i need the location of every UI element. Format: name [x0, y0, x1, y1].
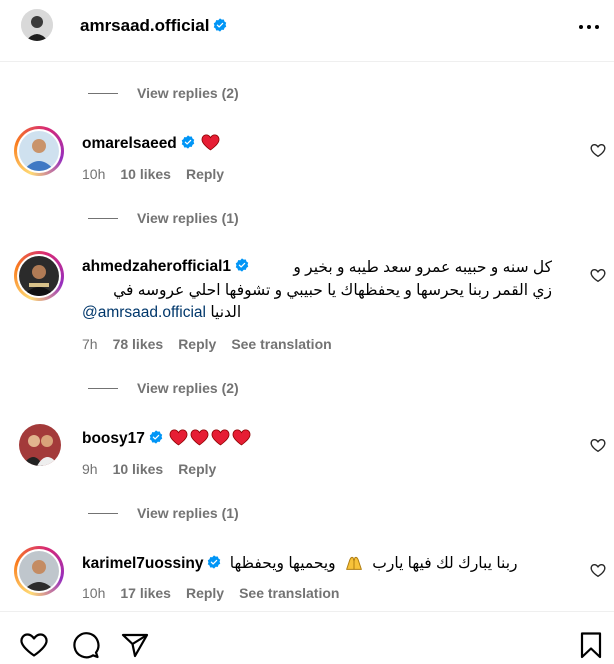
- story-ring[interactable]: [14, 126, 64, 176]
- comment-likes[interactable]: 17 likes: [120, 585, 171, 601]
- author-username[interactable]: amrsaad.official: [80, 16, 227, 36]
- like-comment-heart-icon[interactable]: [590, 267, 606, 283]
- bookmark-icon[interactable]: [577, 631, 605, 659]
- commenter-username[interactable]: karimel7uossiny: [82, 555, 203, 572]
- commenter-username[interactable]: boosy17: [82, 430, 145, 447]
- view-replies-button[interactable]: View replies (2): [88, 379, 239, 397]
- comment-meta: 9h 10 likes Reply: [82, 461, 231, 477]
- comment-time: 9h: [82, 461, 98, 477]
- comment-text-line-1: كل سنه و حبيبه عمرو سعد طيبه و بخير و: [293, 259, 552, 276]
- story-ring[interactable]: [14, 251, 64, 301]
- verified-badge-icon: [214, 18, 227, 32]
- comment-text-line-3: @amrsaad.official الدنيا: [82, 303, 241, 322]
- replies-divider-line: [88, 387, 118, 389]
- like-comment-heart-icon[interactable]: [590, 142, 606, 158]
- commenter-avatar[interactable]: [19, 424, 61, 466]
- view-replies-label[interactable]: View replies (1): [137, 210, 239, 226]
- verified-badge-icon: [208, 555, 221, 569]
- like-comment-heart-icon[interactable]: [590, 437, 606, 453]
- commenter-username[interactable]: omarelsaeed: [82, 135, 177, 152]
- commenter-username[interactable]: ahmedzaherofficial1: [82, 258, 231, 275]
- mention-link[interactable]: @amrsaad.official: [82, 304, 206, 321]
- commenter-avatar[interactable]: [19, 131, 59, 171]
- comment-likes[interactable]: 78 likes: [113, 336, 164, 352]
- comment-line: karimel7uossiny ويحميها ويحفظها ربنا يبا…: [82, 553, 518, 573]
- comment-text-part-1: ويحميها ويحفظها: [229, 555, 336, 572]
- commenter-avatar[interactable]: [19, 551, 59, 591]
- heart-outline-icon[interactable]: [20, 631, 48, 659]
- comment-time: 7h: [82, 336, 98, 352]
- red-heart-emoji-icon: [190, 429, 209, 446]
- replies-divider-line: [88, 512, 118, 514]
- view-replies-button[interactable]: View replies (1): [88, 504, 239, 522]
- comment-text-part-2: ربنا يبارك لك فيها يارب: [372, 555, 518, 572]
- more-options-icon[interactable]: [578, 20, 600, 34]
- commenter-avatar[interactable]: [19, 256, 59, 296]
- like-comment-heart-icon[interactable]: [590, 562, 606, 578]
- author-avatar[interactable]: [21, 9, 53, 41]
- folded-hands-emoji-icon: [346, 556, 362, 570]
- view-replies-label[interactable]: View replies (2): [137, 85, 239, 101]
- comment-username-line: ahmedzaherofficial1: [82, 258, 249, 276]
- comment-meta: 7h 78 likes Reply See translation: [82, 336, 347, 352]
- reply-button[interactable]: Reply: [186, 585, 224, 601]
- story-ring[interactable]: [14, 546, 64, 596]
- view-replies-button[interactable]: View replies (2): [88, 84, 239, 102]
- view-replies-label[interactable]: View replies (2): [137, 380, 239, 396]
- see-translation-button[interactable]: See translation: [231, 336, 331, 352]
- see-translation-button[interactable]: See translation: [239, 585, 339, 601]
- comment-meta: 10h 10 likes Reply: [82, 166, 239, 182]
- red-heart-emoji-icon: [232, 429, 251, 446]
- post-action-bar: [0, 611, 614, 664]
- post-header: amrsaad.official: [0, 0, 614, 62]
- reply-button[interactable]: Reply: [178, 336, 216, 352]
- replies-divider-line: [88, 92, 118, 94]
- comment-text-line-2: زي القمر ربنا يحرسها و يحفظهاك يا حبيبي …: [113, 282, 552, 299]
- author-username-text[interactable]: amrsaad.official: [80, 16, 209, 35]
- view-replies-label[interactable]: View replies (1): [137, 505, 239, 521]
- verified-badge-icon: [235, 258, 249, 272]
- comment-time: 10h: [82, 585, 106, 601]
- reply-button[interactable]: Reply: [186, 166, 224, 182]
- reply-button[interactable]: Reply: [178, 461, 216, 477]
- comment-bubble-icon[interactable]: [72, 631, 100, 659]
- comment-meta: 10h 17 likes Reply See translation: [82, 585, 354, 601]
- red-heart-emoji-icon: [201, 134, 220, 151]
- red-heart-emoji-icon: [169, 429, 188, 446]
- verified-badge-icon: [149, 430, 163, 444]
- verified-badge-icon: [181, 135, 195, 149]
- comment-likes[interactable]: 10 likes: [113, 461, 164, 477]
- replies-divider-line: [88, 217, 118, 219]
- comment-line: omarelsaeed: [82, 133, 220, 153]
- comment-likes[interactable]: 10 likes: [120, 166, 171, 182]
- share-plane-icon[interactable]: [121, 631, 149, 659]
- comment-time: 10h: [82, 166, 106, 182]
- comment-line: boosy17: [82, 428, 251, 448]
- view-replies-button[interactable]: View replies (1): [88, 209, 239, 227]
- comment-text-word: الدنيا: [210, 304, 242, 321]
- red-heart-emoji-icon: [211, 429, 230, 446]
